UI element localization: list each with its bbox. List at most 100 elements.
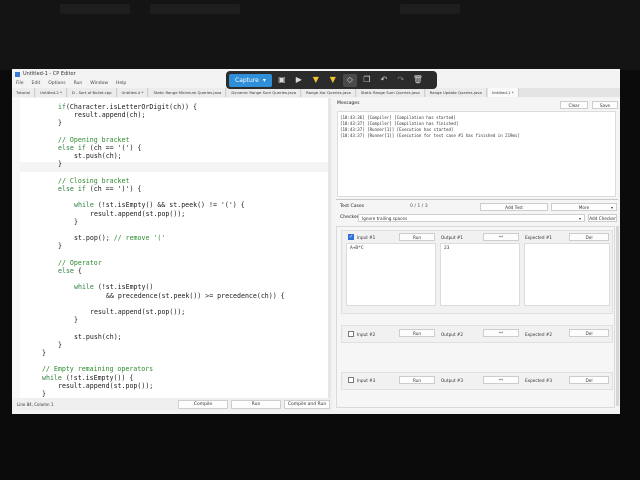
code-line: }	[58, 119, 62, 128]
image-icon[interactable]: ▣	[275, 74, 289, 87]
code-line: }	[58, 160, 62, 169]
run-test-button[interactable]: Run	[399, 233, 435, 241]
editor-scrollbar[interactable]	[328, 98, 331, 398]
file-tab[interactable]: Static Range Minimum Queries.java	[149, 88, 227, 97]
file-tab-bar: Tutorial Untitled-2 * D - Sort of Bullet…	[12, 88, 620, 97]
run-test-button[interactable]: Run	[399, 329, 435, 337]
menu-help[interactable]: Help	[116, 81, 126, 86]
capture-label: Capture	[235, 76, 259, 84]
file-tab[interactable]: D - Sort of Bullet.cpp	[67, 88, 117, 97]
diff-button[interactable]: **	[483, 376, 519, 384]
file-tab[interactable]: Range Xor Queries.java	[302, 88, 356, 97]
background-window	[60, 4, 130, 14]
code-line: }	[42, 349, 46, 357]
message-line: [18:43:37] [Runner[1]] [Execution for te…	[340, 133, 520, 138]
file-tab[interactable]: Range Update Queries.java	[425, 88, 487, 97]
chevron-down-icon: ▾	[610, 204, 613, 210]
code-line: result.append(st.pop());	[90, 209, 186, 218]
delete-test-button[interactable]: Del	[569, 329, 609, 337]
video-icon[interactable]: ▶	[292, 74, 306, 87]
code-line: st.push(ch);	[74, 332, 122, 341]
messages-log: [18:43:36] [Compiler] [Compilation has s…	[337, 111, 616, 197]
input-label: Input #3	[357, 378, 376, 383]
code-line: result.append(st.pop());	[58, 381, 154, 390]
save-messages-button[interactable]: Save	[592, 101, 618, 109]
menu-window[interactable]: Window	[90, 81, 108, 86]
output-label: Output #1	[441, 235, 464, 240]
code-line: result.append(ch);	[74, 111, 146, 120]
clear-messages-button[interactable]: Clear	[560, 101, 588, 109]
input-label: Input #1	[357, 235, 376, 240]
add-test-button[interactable]: Add Test	[480, 203, 548, 211]
expected-label: Expected #2	[525, 332, 553, 337]
test-case-checkbox[interactable]	[348, 377, 354, 383]
test-case-checkbox[interactable]	[348, 234, 354, 240]
redo-icon[interactable]: ↷	[394, 74, 408, 87]
delete-test-button[interactable]: Del	[569, 233, 609, 241]
chevron-down-icon: ▾	[578, 215, 581, 221]
run-test-button[interactable]: Run	[399, 376, 435, 384]
code-line: result.append(st.pop());	[90, 308, 186, 316]
capture-toolbar: Capture ▾ ▣ ▶ ▼ ▼ ◇ ❐ ↶ ↷ 🗑	[226, 71, 437, 89]
run-button[interactable]: Run	[231, 400, 281, 409]
menu-file[interactable]: File	[16, 81, 24, 86]
cursor-position: Line 84, Column 1	[17, 402, 54, 407]
code-line: else if (ch == ')') {	[58, 185, 142, 193]
file-tab[interactable]: Untitled-4 *	[117, 88, 149, 97]
file-tab[interactable]: Untitled-2 *	[35, 88, 67, 97]
delete-test-button[interactable]: Del	[569, 376, 609, 384]
code-line: st.pop(); // remove '('	[74, 234, 166, 243]
background-window	[150, 4, 240, 14]
test-input-box[interactable]: A+B*C	[346, 243, 436, 306]
code-line: }	[74, 217, 78, 226]
diff-button[interactable]: **	[483, 329, 519, 337]
output-label: Output #3	[441, 378, 464, 383]
test-cases-title: Test Cases	[340, 204, 365, 209]
code-editor[interactable]: if(Character.isLetterOrDigit(ch)) {resul…	[20, 98, 330, 398]
expected-label: Expected #3	[525, 378, 553, 383]
copy-icon[interactable]: ❐	[360, 74, 374, 87]
compile-button[interactable]: Compile	[178, 400, 228, 409]
file-tab-active[interactable]: Untitled-1 *	[487, 88, 519, 97]
compile-and-run-button[interactable]: Compile and Run	[284, 400, 330, 409]
code-line: }	[58, 242, 62, 251]
menu-run[interactable]: Run	[74, 81, 83, 86]
code-line: st.push(ch);	[74, 152, 122, 161]
code-line: }	[74, 316, 78, 325]
eraser-icon[interactable]: ◇	[342, 73, 357, 87]
code-line: }	[42, 390, 46, 398]
code-line: else {	[58, 267, 82, 275]
marker-icon[interactable]: ▼	[326, 74, 340, 87]
checker-value: Ignore trailing spaces	[362, 215, 408, 221]
undo-icon[interactable]: ↶	[377, 74, 391, 87]
test-output-box[interactable]: 23	[440, 243, 520, 306]
test-case-checkbox[interactable]	[348, 331, 354, 337]
app-icon	[15, 71, 20, 77]
editor-gutter	[12, 98, 20, 398]
file-tab[interactable]: Dynamic Range Sum Queries.java	[227, 88, 302, 97]
file-tab[interactable]: Static Range Sum Queries.java	[356, 88, 425, 97]
diff-button[interactable]: **	[483, 233, 519, 241]
chevron-down-icon: ▾	[262, 76, 266, 84]
window-title: Untitled-1 - CP Editor	[23, 71, 76, 77]
input-label: Input #2	[357, 332, 376, 337]
menu-edit[interactable]: Edit	[32, 81, 41, 86]
highlighter-icon[interactable]: ▼	[309, 74, 323, 87]
capture-button[interactable]: Capture ▾	[229, 73, 272, 87]
expected-label: Expected #1	[525, 235, 553, 240]
checker-select[interactable]: Ignore trailing spaces ▾	[358, 214, 585, 222]
add-checker-button[interactable]: Add Checker	[588, 214, 617, 222]
panel-splitter[interactable]	[336, 199, 618, 200]
trash-icon[interactable]: 🗑	[411, 74, 425, 87]
current-line-highlight	[20, 162, 330, 172]
test-expected-box[interactable]	[524, 243, 610, 306]
messages-title: Messages	[337, 101, 360, 106]
output-label: Output #2	[441, 332, 464, 337]
file-tab[interactable]: Tutorial	[12, 88, 35, 97]
more-button[interactable]: More ▾	[551, 203, 617, 211]
code-line: && precedence(st.peek()) >= precedence(c…	[106, 291, 285, 300]
background-window	[400, 4, 460, 14]
menu-options[interactable]: Options	[48, 81, 65, 86]
test-cases-scrollbar[interactable]	[616, 226, 619, 406]
test-count: 0 / 1 / 3	[410, 204, 428, 209]
